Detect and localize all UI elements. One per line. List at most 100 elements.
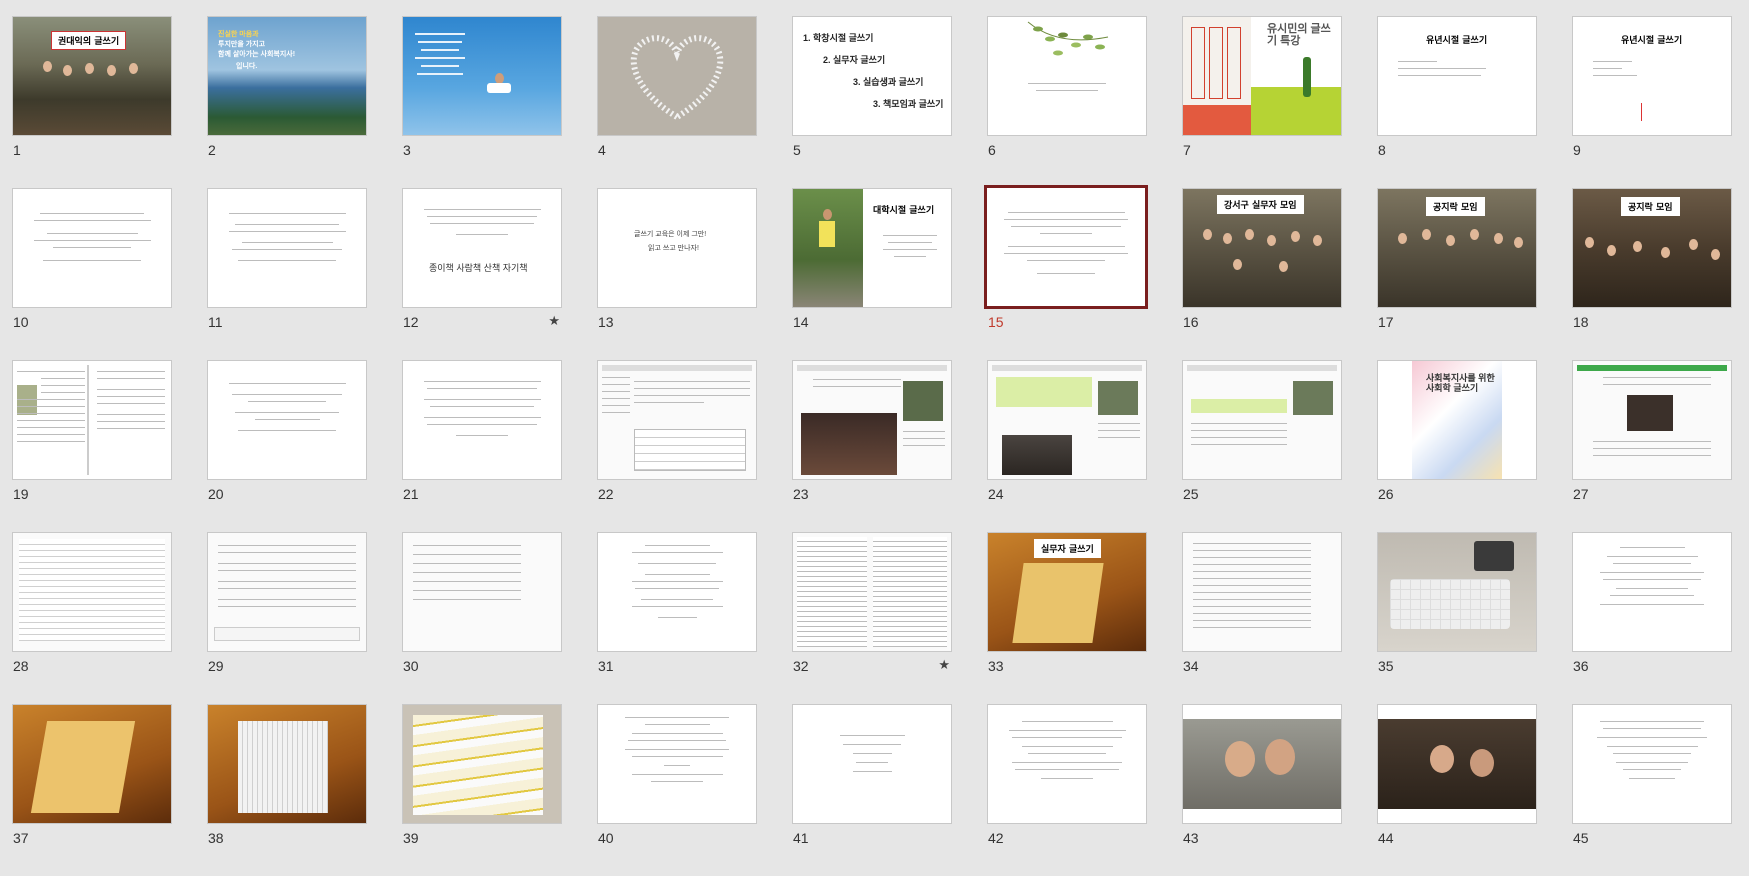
slide-cell: 대학시절 글쓰기 14 xyxy=(792,188,952,360)
slide-thumbnail[interactable]: 진실한 마음과 투지만을 가지고 함께 살아가는 사회복지사! 입니다. xyxy=(207,16,367,136)
slide-cell: 21 xyxy=(402,360,562,532)
slide-number: 7 xyxy=(1183,142,1191,158)
slide-number: 23 xyxy=(793,486,809,502)
slide-thumbnail[interactable]: 강서구 실무자 모임 xyxy=(1182,188,1342,308)
slide-thumbnail[interactable] xyxy=(207,704,367,824)
slide-thumbnail[interactable] xyxy=(987,16,1147,136)
slide-caption: 강서구 실무자 모임 xyxy=(1217,195,1304,214)
slide-number: 26 xyxy=(1378,486,1394,502)
slide-thumbnail[interactable] xyxy=(1182,532,1342,652)
slide-thumbnail[interactable] xyxy=(1572,360,1732,480)
slide-thumbnail[interactable]: 대학시절 글쓰기 xyxy=(792,188,952,308)
slide-thumbnail[interactable] xyxy=(987,360,1147,480)
slide-thumbnail[interactable] xyxy=(792,532,952,652)
heart-shape xyxy=(630,35,724,121)
slide-number: 22 xyxy=(598,486,614,502)
slide-thumbnail[interactable] xyxy=(792,360,952,480)
slide-thumbnail[interactable]: 유년시절 글쓰기 xyxy=(1377,16,1537,136)
slide-thumbnail[interactable] xyxy=(402,532,562,652)
slide-cell: 41 xyxy=(792,704,952,876)
slide-thumbnail[interactable] xyxy=(1182,360,1342,480)
slide-number: 38 xyxy=(208,830,224,846)
transition-star-icon: ★ xyxy=(548,314,560,329)
slide-number: 31 xyxy=(598,658,614,674)
slide-cell: 35 xyxy=(1377,532,1537,704)
slide-thumbnail[interactable]: 종이책 사람책 산책 자기책 xyxy=(402,188,562,308)
slide-number: 45 xyxy=(1573,830,1589,846)
slide-cell: 40 xyxy=(597,704,757,876)
slide-cell: 23 xyxy=(792,360,952,532)
slide-cell: 22 xyxy=(597,360,757,532)
book-title: 유시민의 글쓰기 특강 xyxy=(1267,23,1331,47)
slide-number: 20 xyxy=(208,486,224,502)
slide-number: 15 xyxy=(988,314,1004,330)
slide-caption: 권대익의 글쓰기 xyxy=(51,31,127,50)
slide-thumbnail[interactable]: 1. 학창시절 글쓰기 2. 실무자 글쓰기 3. 실습생과 글쓰기 3. 책모… xyxy=(792,16,952,136)
slide-cell: 실무자 글쓰기 33 xyxy=(987,532,1147,704)
slide-caption: 공지락 모임 xyxy=(1621,197,1680,216)
slide-thumbnail[interactable]: 글쓰기 교육은 이제 그만! 읽고 쓰고 만나자! xyxy=(597,188,757,308)
slide-thumbnail[interactable] xyxy=(12,360,172,480)
slide-thumbnail[interactable] xyxy=(1572,704,1732,824)
slide-cell: 강서구 실무자 모임 16 xyxy=(1182,188,1342,360)
slide-number: 44 xyxy=(1378,830,1394,846)
slide-thumbnail[interactable]: 공지락 모임 xyxy=(1572,188,1732,308)
slide-thumbnail[interactable] xyxy=(597,16,757,136)
slide-number: 30 xyxy=(403,658,419,674)
slide-cell: 공지락 모임 17 xyxy=(1377,188,1537,360)
slide-number: 1 xyxy=(13,142,21,158)
slide-thumbnail[interactable] xyxy=(207,532,367,652)
slide-cell: 10 xyxy=(12,188,172,360)
slide-cell: 43 xyxy=(1182,704,1342,876)
slide-cell: 42 xyxy=(987,704,1147,876)
slide-thumbnail[interactable] xyxy=(12,532,172,652)
selected-slide-thumbnail[interactable] xyxy=(984,185,1148,309)
slide-thumbnail[interactable] xyxy=(1182,704,1342,824)
slide-thumbnail[interactable] xyxy=(207,360,367,480)
slide-thumbnail[interactable]: 유년시절 글쓰기 xyxy=(1572,16,1732,136)
slide-number: 21 xyxy=(403,486,419,502)
slide-cell: 11 xyxy=(207,188,367,360)
slide-thumbnail[interactable]: 사회복지사를 위한 사회학 글쓰기 xyxy=(1377,360,1537,480)
slide-caption: 공지락 모임 xyxy=(1426,197,1485,216)
slide-thumbnail[interactable] xyxy=(402,360,562,480)
slide-thumbnail[interactable] xyxy=(987,704,1147,824)
slide-cell: 공지락 모임 18 xyxy=(1572,188,1732,360)
slide-thumbnail[interactable] xyxy=(792,704,952,824)
slide-thumbnail[interactable] xyxy=(12,188,172,308)
jump-photo xyxy=(793,189,863,307)
slide-number: 6 xyxy=(988,142,996,158)
slide-thumbnail[interactable]: 실무자 글쓰기 xyxy=(987,532,1147,652)
slide-thumbnail[interactable]: 유시민의 글쓰기 특강 xyxy=(1182,16,1342,136)
slide-number: 8 xyxy=(1378,142,1386,158)
slide-thumbnail[interactable] xyxy=(12,704,172,824)
slide-number: 42 xyxy=(988,830,1004,846)
slide-thumbnail[interactable] xyxy=(1377,704,1537,824)
slide-cell: 진실한 마음과 투지만을 가지고 함께 살아가는 사회복지사! 입니다. 2 xyxy=(207,16,367,188)
slide-cell: 24 xyxy=(987,360,1147,532)
slide-number: 35 xyxy=(1378,658,1394,674)
slide-number: 2 xyxy=(208,142,216,158)
slide-cell: 사회복지사를 위한 사회학 글쓰기 26 xyxy=(1377,360,1537,532)
meeting-photo xyxy=(1378,719,1536,809)
slide-number: 10 xyxy=(13,314,29,330)
slide-cell: 44 xyxy=(1377,704,1537,876)
slide-cell: 31 xyxy=(597,532,757,704)
slide-thumbnail[interactable] xyxy=(597,532,757,652)
slide-cell: 28 xyxy=(12,532,172,704)
slide-thumbnail[interactable] xyxy=(597,704,757,824)
slide-number: 29 xyxy=(208,658,224,674)
slide-number: 37 xyxy=(13,830,29,846)
slide-thumbnail[interactable] xyxy=(402,704,562,824)
slide-thumbnail[interactable] xyxy=(597,360,757,480)
slide-thumbnail[interactable] xyxy=(402,16,562,136)
selfie-photo xyxy=(1183,719,1341,809)
slide-cell: 20 xyxy=(207,360,367,532)
slide-thumbnail[interactable]: 권대익의 글쓰기 xyxy=(12,16,172,136)
slide-thumbnail[interactable]: 공지락 모임 xyxy=(1377,188,1537,308)
slide-cell: 29 xyxy=(207,532,367,704)
slide-thumbnail[interactable] xyxy=(1377,532,1537,652)
slide-thumbnail[interactable] xyxy=(207,188,367,308)
slide-number: 4 xyxy=(598,142,606,158)
slide-thumbnail[interactable] xyxy=(1572,532,1732,652)
